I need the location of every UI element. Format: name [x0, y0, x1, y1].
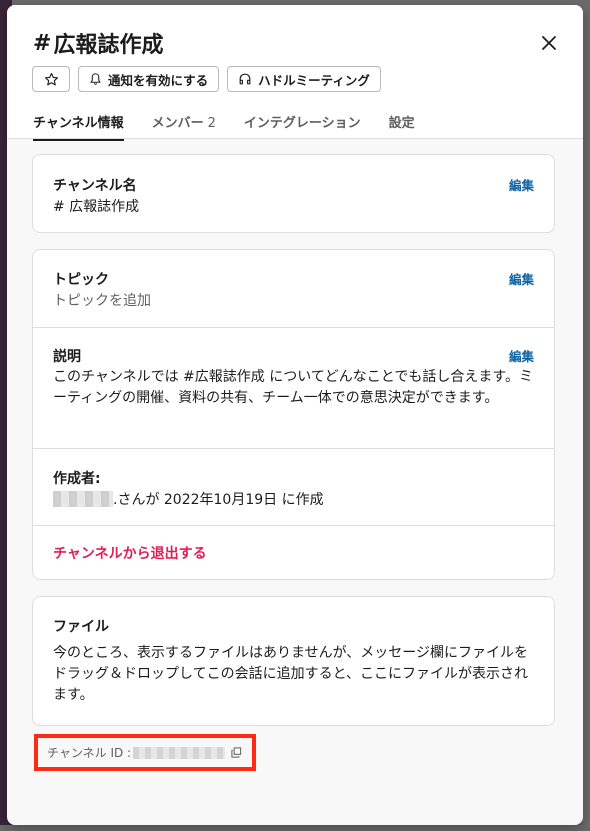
description-value: このチャンネルでは #広報誌作成 についてどんなことでも話し合えます。ミーティン… — [53, 369, 533, 406]
topic-section[interactable]: トピック トピックを追加 編集 — [33, 250, 554, 327]
edit-channel-name-link[interactable]: 編集 — [509, 175, 534, 194]
star-icon — [44, 72, 58, 85]
enable-notifications-button[interactable]: 通知を有効にする — [78, 66, 220, 92]
description-label: 説明 — [53, 349, 81, 365]
hash-symbol: # — [33, 30, 52, 56]
member-count: 2 — [207, 116, 216, 131]
backdrop-right — [582, 0, 590, 831]
edit-topic-link[interactable]: 編集 — [509, 269, 534, 288]
copy-channel-id-button[interactable] — [231, 747, 242, 758]
channel-title: 広報誌作成 — [53, 33, 164, 58]
files-section: ファイル 今のところ、表示するファイルはありませんが、メッセージ欄にファイルをド… — [33, 597, 554, 706]
tab-members[interactable]: メンバー 2 — [152, 112, 216, 141]
creator-label: 作成者: — [53, 471, 101, 487]
edit-description-link[interactable]: 編集 — [509, 346, 534, 365]
tab-channel-info-label: チャンネル情報 — [33, 116, 124, 131]
tab-integrations-label: インテグレーション — [243, 116, 361, 131]
modal-header: # 広報誌作成 通知を有効にする ハドルミーティング チャンネル情報 メンバー … — [7, 5, 583, 141]
tab-channel-info[interactable]: チャンネル情報 — [33, 112, 124, 141]
redacted-creator-name — [53, 491, 113, 507]
channel-id-label: チャンネル ID : — [47, 746, 132, 760]
modal-title: # 広報誌作成 — [33, 27, 163, 59]
topic-label: トピック — [53, 272, 109, 288]
topic-value: トピックを追加 — [53, 293, 151, 309]
tab-settings-label: 設定 — [388, 116, 415, 131]
bell-icon — [90, 73, 101, 85]
huddle-button[interactable]: ハドルミーティング — [227, 66, 381, 92]
channel-name-card: チャンネル名 # 広報誌作成 編集 — [32, 154, 555, 233]
creator-value: .さんが 2022年10月19日 に作成 — [53, 490, 534, 511]
star-button[interactable] — [32, 66, 70, 92]
channel-name-value: # 広報誌作成 — [53, 199, 140, 215]
close-icon — [542, 36, 556, 50]
backdrop-bottom — [0, 825, 590, 831]
files-empty-text: 今のところ、表示するファイルはありませんが、メッセージ欄にファイルをドラッグ＆ド… — [53, 645, 529, 703]
channel-name-section[interactable]: チャンネル名 # 広報誌作成 編集 — [33, 155, 554, 232]
headphones-icon — [239, 73, 251, 85]
action-bar: 通知を有効にする ハドルミーティング — [32, 66, 381, 92]
channel-name-label: チャンネル名 — [53, 178, 137, 194]
details-card: トピック トピックを追加 編集 説明 このチャンネルでは #広報誌作成 について… — [32, 249, 555, 580]
creator-text: .さんが 2022年10月19日 に作成 — [113, 492, 324, 508]
tab-members-label: メンバー — [151, 116, 204, 131]
description-section[interactable]: 説明 このチャンネルでは #広報誌作成 についてどんなことでも話し合えます。ミー… — [33, 327, 554, 448]
enable-notifications-label: 通知を有効にする — [108, 72, 209, 88]
tab-integrations[interactable]: インテグレーション — [244, 112, 361, 141]
copy-icon — [231, 747, 242, 758]
redacted-channel-id — [133, 746, 226, 759]
channel-id-row: チャンネル ID : — [34, 734, 256, 771]
tab-settings[interactable]: 設定 — [389, 112, 415, 141]
leave-channel-button[interactable]: チャンネルから退出する — [53, 546, 207, 562]
close-button[interactable] — [537, 31, 561, 55]
files-label: ファイル — [53, 619, 109, 635]
channel-details-modal: # 広報誌作成 通知を有効にする ハドルミーティング チャンネル情報 メンバー … — [7, 5, 583, 825]
files-card: ファイル 今のところ、表示するファイルはありませんが、メッセージ欄にファイルをド… — [32, 596, 555, 726]
creator-section: 作成者: .さんが 2022年10月19日 に作成 — [33, 448, 554, 525]
leave-section: チャンネルから退出する — [33, 525, 554, 579]
tab-bar: チャンネル情報 メンバー 2 インテグレーション 設定 — [33, 112, 443, 141]
huddle-label: ハドルミーティング — [258, 72, 370, 88]
